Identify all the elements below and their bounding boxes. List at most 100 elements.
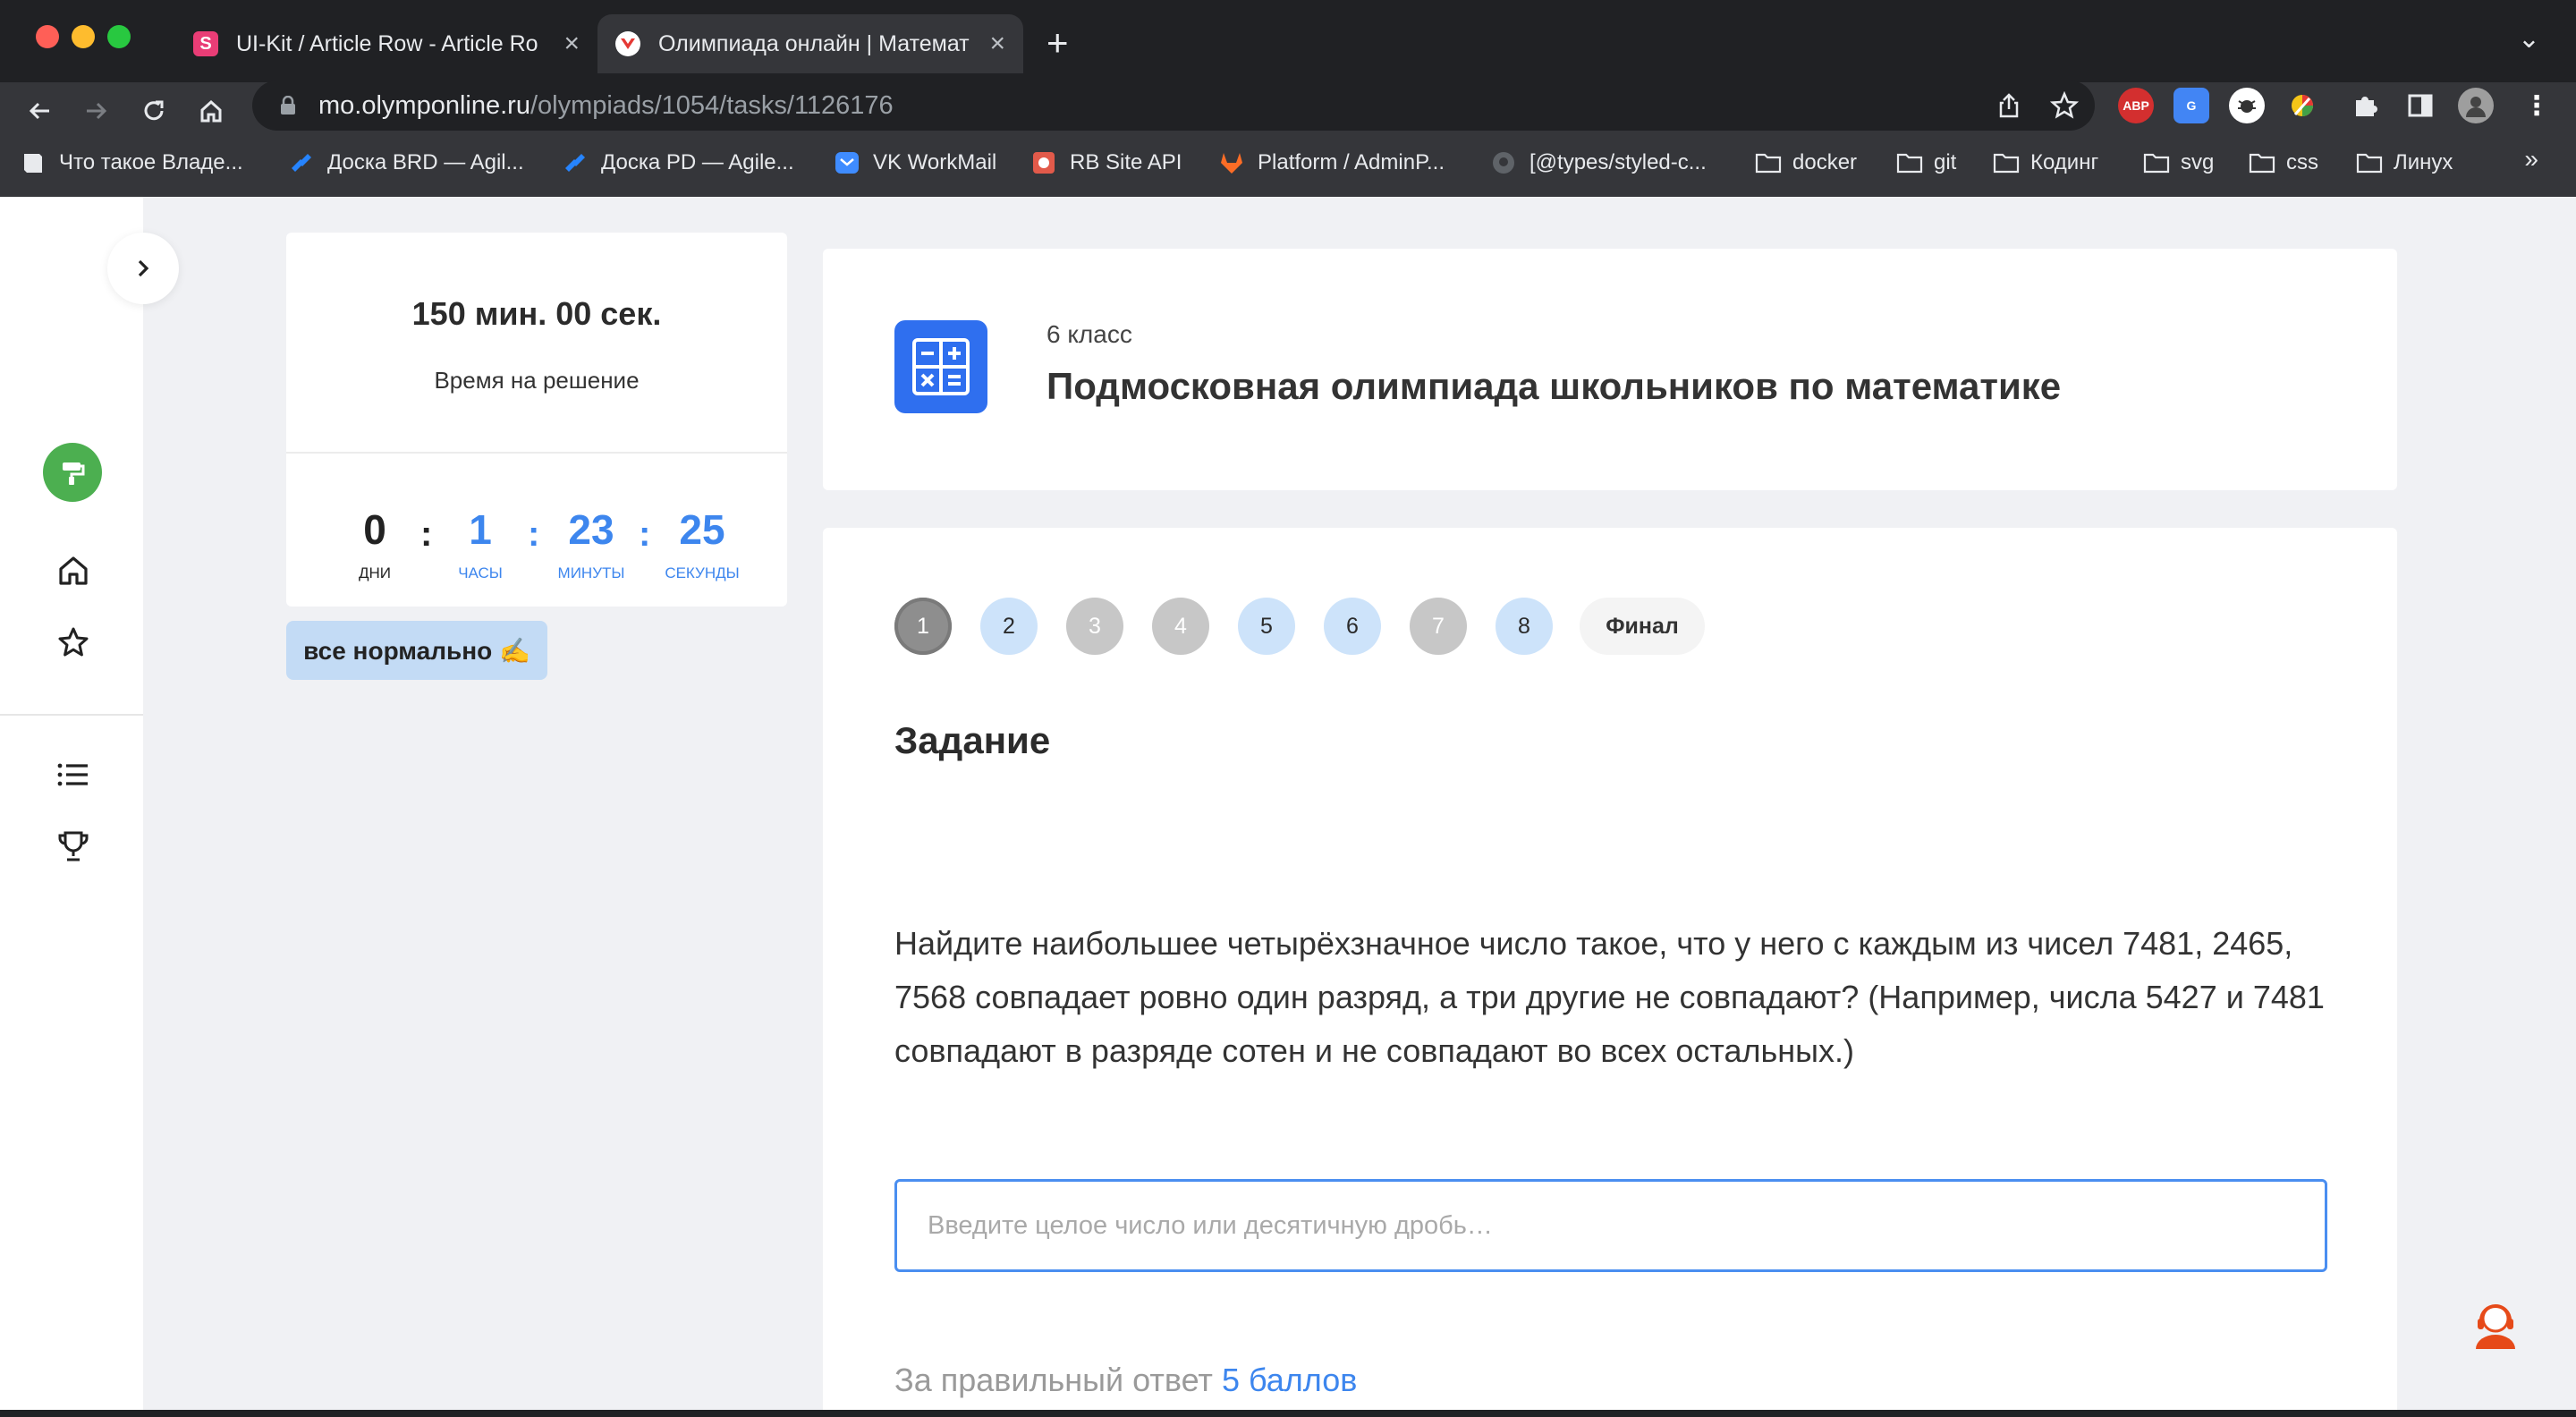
olympiad-title: Подмосковная олимпиада школьников по мат… [1046, 365, 2062, 407]
extensions-puzzle-icon[interactable] [2347, 88, 2383, 123]
paint-roller-icon [63, 462, 85, 485]
bookmark-item[interactable]: [@types/styled-c... [1490, 145, 1707, 181]
s-brand-icon: S [193, 31, 218, 56]
share-icon[interactable] [1995, 91, 2023, 120]
bookmark-folder[interactable]: Кодинг [1993, 145, 2098, 181]
countdown-hours: 1 часы [440, 505, 521, 582]
task-nav-item[interactable]: 5 [1238, 598, 1295, 655]
points-value: 5 баллов [1221, 1362, 1358, 1398]
expand-sidebar-button[interactable] [107, 233, 179, 304]
user-avatar[interactable] [43, 443, 102, 502]
rb-api-icon [1033, 152, 1055, 174]
final-tab[interactable]: Финал [1580, 598, 1705, 655]
status-chip[interactable]: все нормально ✍️ [286, 621, 547, 680]
home-button[interactable] [190, 89, 233, 132]
tab-search-icon[interactable]: ⌄ [2518, 23, 2540, 55]
support-chat-button[interactable] [2469, 1297, 2522, 1351]
bookmark-folder[interactable]: git [1896, 145, 1956, 181]
back-button[interactable] [18, 89, 61, 132]
minimize-window-button[interactable] [72, 25, 95, 48]
jira-icon [292, 154, 311, 172]
task-nav-item[interactable]: 1 [894, 598, 952, 655]
task-nav-item[interactable]: 6 [1324, 598, 1381, 655]
task-card: 1 2 3 4 5 6 7 8 Финал Задание Найдите на… [823, 528, 2397, 1417]
bookmark-label: Platform / AdminP... [1258, 150, 1445, 174]
bookmark-folder[interactable]: docker [1755, 145, 1857, 181]
url-host: mo.olymponline.ru [318, 90, 530, 120]
side-panel-icon[interactable] [2402, 88, 2438, 123]
bookmark-item[interactable]: Platform / AdminP... [1218, 145, 1445, 181]
countdown-label: дни [358, 564, 391, 581]
list-icon[interactable] [55, 757, 91, 793]
reload-button[interactable] [132, 89, 175, 132]
olymp-logo-icon [615, 31, 640, 56]
reload-icon [144, 100, 164, 121]
book-icon [24, 154, 42, 173]
home-icon[interactable] [55, 553, 91, 589]
total-time-caption: Время на решение [434, 367, 640, 394]
olympiad-header-card: 6 класс Подмосковная олимпиада школьнико… [823, 249, 2397, 490]
close-window-button[interactable] [36, 25, 59, 48]
countdown-value: 25 [679, 506, 725, 553]
browser-tab-active[interactable]: Олимпиада онлайн | Математ × [597, 14, 1023, 73]
bookmark-item[interactable]: Что такое Владе... [20, 145, 243, 181]
folder-icon [2249, 153, 2275, 174]
bookmark-label: docker [1792, 150, 1858, 174]
bookmark-item[interactable]: Доска BRD — Agil... [288, 145, 524, 181]
vk-mail-icon [835, 152, 859, 174]
task-nav-item[interactable]: 3 [1066, 598, 1123, 655]
browser-menu-icon[interactable]: ⋮ [2519, 88, 2555, 123]
bookmark-star-icon[interactable] [2050, 91, 2079, 120]
countdown-days: 0 дни [335, 505, 415, 582]
task-nav-item[interactable]: 4 [1152, 598, 1209, 655]
profile-avatar[interactable] [2458, 88, 2494, 123]
close-tab-icon[interactable]: × [989, 29, 1005, 59]
more-bookmarks-icon[interactable]: » [2524, 145, 2538, 174]
color-picker-extension-icon[interactable] [2284, 88, 2320, 123]
translate-extension-icon[interactable]: G [2174, 88, 2209, 123]
bookmark-item[interactable]: VK WorkMail [834, 145, 996, 181]
zoom-window-button[interactable] [107, 25, 131, 48]
star-icon[interactable] [55, 624, 91, 660]
countdown-separator: : [528, 514, 540, 554]
bookmark-item[interactable]: Доска PD — Agile... [562, 145, 794, 181]
lock-icon [281, 96, 295, 115]
address-bar[interactable]: mo.olymponline.ru/olympiads/1054/tasks/1… [252, 81, 2095, 131]
task-nav-item[interactable]: 2 [980, 598, 1038, 655]
bookmark-label: Доска BRD — Agil... [327, 150, 524, 174]
timer-divider [286, 452, 787, 454]
bug-extension-icon[interactable] [2229, 88, 2265, 123]
bookmark-item[interactable]: RB Site API [1030, 145, 1182, 181]
trophy-icon[interactable] [55, 828, 91, 864]
url-path: /olympiads/1054/tasks/1126176 [530, 90, 894, 120]
calculator-icon [894, 320, 987, 413]
countdown-label: часы [458, 564, 503, 581]
task-nav-item[interactable]: 8 [1496, 598, 1553, 655]
bookmark-label: Кодинг [2030, 150, 2099, 174]
adblock-extension-icon[interactable]: ABP [2118, 88, 2154, 123]
tab-bar: S UI-Kit / Article Row - Article Ro × Ол… [0, 0, 2576, 82]
tab-title: UI-Kit / Article Row - Article Ro [236, 30, 538, 56]
new-tab-button[interactable]: + [1046, 21, 1069, 64]
bookmark-label: Доска PD — Agile... [601, 150, 794, 174]
answer-input[interactable] [894, 1179, 2327, 1272]
grade-label: 6 класс [1046, 320, 1132, 348]
bookmark-folder[interactable]: Линух [2356, 145, 2453, 181]
bookmark-label: [@types/styled-c... [1530, 150, 1707, 174]
bookmark-folder[interactable]: css [2249, 145, 2318, 181]
close-tab-icon[interactable]: × [564, 29, 580, 59]
task-nav-item[interactable]: 7 [1410, 598, 1467, 655]
task-text: Найдите наибольшее четырёхзначное число … [894, 925, 2325, 1069]
points-info: За правильный ответ 5 баллов [894, 1362, 1357, 1399]
page-content: 150 мин. 00 сек. Время на решение 0 дни … [0, 197, 2576, 1417]
total-time: 150 мин. 00 сек. [411, 295, 662, 332]
folder-icon [1755, 153, 1782, 174]
forward-button[interactable] [75, 89, 118, 132]
bookmark-label: VK WorkMail [873, 150, 997, 174]
bookmark-label: Линух [2394, 150, 2453, 174]
countdown-label: секунды [665, 564, 740, 581]
browser-tab[interactable]: S UI-Kit / Article Row - Article Ro × [175, 14, 597, 73]
bookmark-folder[interactable]: svg [2143, 145, 2214, 181]
home-icon [200, 99, 222, 123]
bookmark-label: css [2286, 150, 2318, 174]
